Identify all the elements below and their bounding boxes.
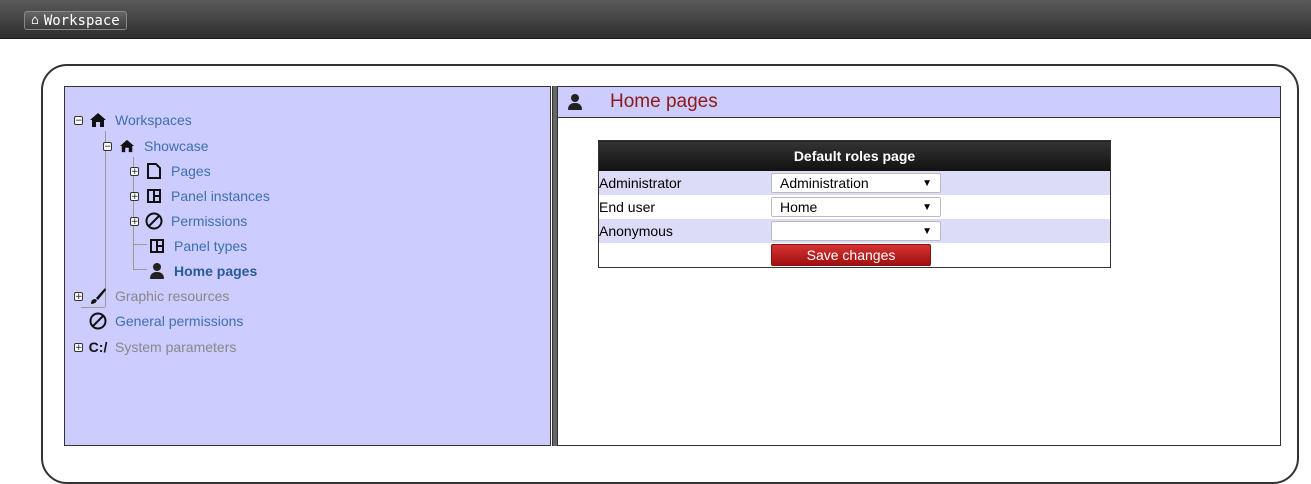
expand-toggle[interactable]: +	[130, 216, 139, 226]
selected-value: Home	[780, 199, 818, 215]
expand-toggle[interactable]: +	[130, 191, 139, 201]
tree-node-permissions[interactable]: + Permissions	[130, 212, 247, 230]
tree-node-showcase[interactable]: − Showcase	[103, 137, 209, 155]
role-label: Anonymous	[598, 219, 771, 243]
tree-node-system-parameters[interactable]: + C:/ System parameters	[74, 338, 236, 356]
terminal-icon: C:/	[88, 339, 108, 355]
table-row: Administrator Administration ▼	[598, 171, 1111, 195]
tree-label-general-permissions[interactable]: General permissions	[115, 313, 243, 329]
tree-node-pages[interactable]: + Pages	[130, 162, 211, 180]
content-header: Home pages	[558, 87, 1280, 118]
user-icon	[568, 94, 582, 110]
save-changes-button[interactable]: Save changes	[771, 244, 931, 266]
role-page-select[interactable]: Administration ▼	[771, 173, 941, 193]
workspace-button[interactable]: ⌂ Workspace	[24, 11, 127, 30]
forbidden-icon	[89, 312, 107, 330]
home-icon	[118, 137, 136, 155]
tree-node-home-pages[interactable]: Home pages	[148, 262, 257, 280]
page-title: Home pages	[610, 91, 718, 112]
tree-label-system-parameters[interactable]: System parameters	[115, 339, 236, 355]
panel-icon	[148, 237, 166, 255]
user-icon	[148, 262, 166, 280]
role-page-select[interactable]: ▼	[771, 221, 941, 241]
tree-line	[133, 269, 147, 270]
tree-label-showcase[interactable]: Showcase	[144, 138, 209, 154]
tree-label-graphic-resources[interactable]: Graphic resources	[115, 288, 229, 304]
role-page-select[interactable]: Home ▼	[771, 197, 941, 217]
home-icon: ⌂	[31, 12, 39, 28]
home-icon	[89, 111, 107, 129]
default-roles-table: Default roles page Administrator Adminis…	[598, 140, 1111, 268]
tree-node-graphic-resources[interactable]: + Graphic resources	[74, 287, 229, 305]
workspace-label: Workspace	[43, 12, 120, 29]
expand-toggle[interactable]: +	[74, 342, 83, 352]
tree-label-permissions[interactable]: Permissions	[171, 213, 247, 229]
tree-node-panel-instances[interactable]: + Panel instances	[130, 187, 270, 205]
role-label: End user	[599, 199, 656, 215]
tree-line	[105, 131, 106, 307]
tree-node-general-permissions[interactable]: General permissions	[89, 312, 243, 330]
tree-label-panel-instances[interactable]: Panel instances	[171, 188, 270, 204]
expand-toggle[interactable]: +	[130, 166, 139, 176]
table-row: Anonymous ▼	[598, 219, 1111, 243]
tree-label-panel-types[interactable]: Panel types	[174, 238, 247, 254]
tree-node-panel-types[interactable]: Panel types	[148, 237, 247, 255]
table-row: Save changes	[599, 243, 1111, 268]
brush-icon	[89, 287, 107, 305]
page-icon	[145, 162, 163, 180]
tree-line	[81, 307, 105, 308]
panel-icon	[145, 187, 163, 205]
top-bar: ⌂ Workspace	[0, 0, 1311, 39]
dropdown-arrow-icon: ▼	[922, 225, 932, 237]
role-label: Administrator	[598, 171, 771, 195]
tree-label-pages[interactable]: Pages	[171, 163, 211, 179]
navigation-panel: − Workspaces − Showcase + Pages + Panel …	[64, 86, 551, 446]
selected-value: Administration	[780, 175, 869, 191]
tree-label-home-pages[interactable]: Home pages	[174, 263, 257, 279]
tree-node-workspaces[interactable]: − Workspaces	[74, 111, 192, 129]
dropdown-arrow-icon: ▼	[922, 201, 932, 213]
tree-line	[133, 244, 147, 245]
collapse-toggle[interactable]: −	[103, 141, 112, 151]
forbidden-icon	[145, 212, 163, 230]
table-row: End user Home ▼	[599, 195, 1111, 219]
collapse-toggle[interactable]: −	[74, 115, 83, 125]
tree-label-workspaces[interactable]: Workspaces	[115, 112, 192, 128]
table-header: Default roles page	[598, 140, 1111, 171]
expand-toggle[interactable]: +	[74, 291, 83, 301]
dropdown-arrow-icon: ▼	[922, 177, 932, 189]
